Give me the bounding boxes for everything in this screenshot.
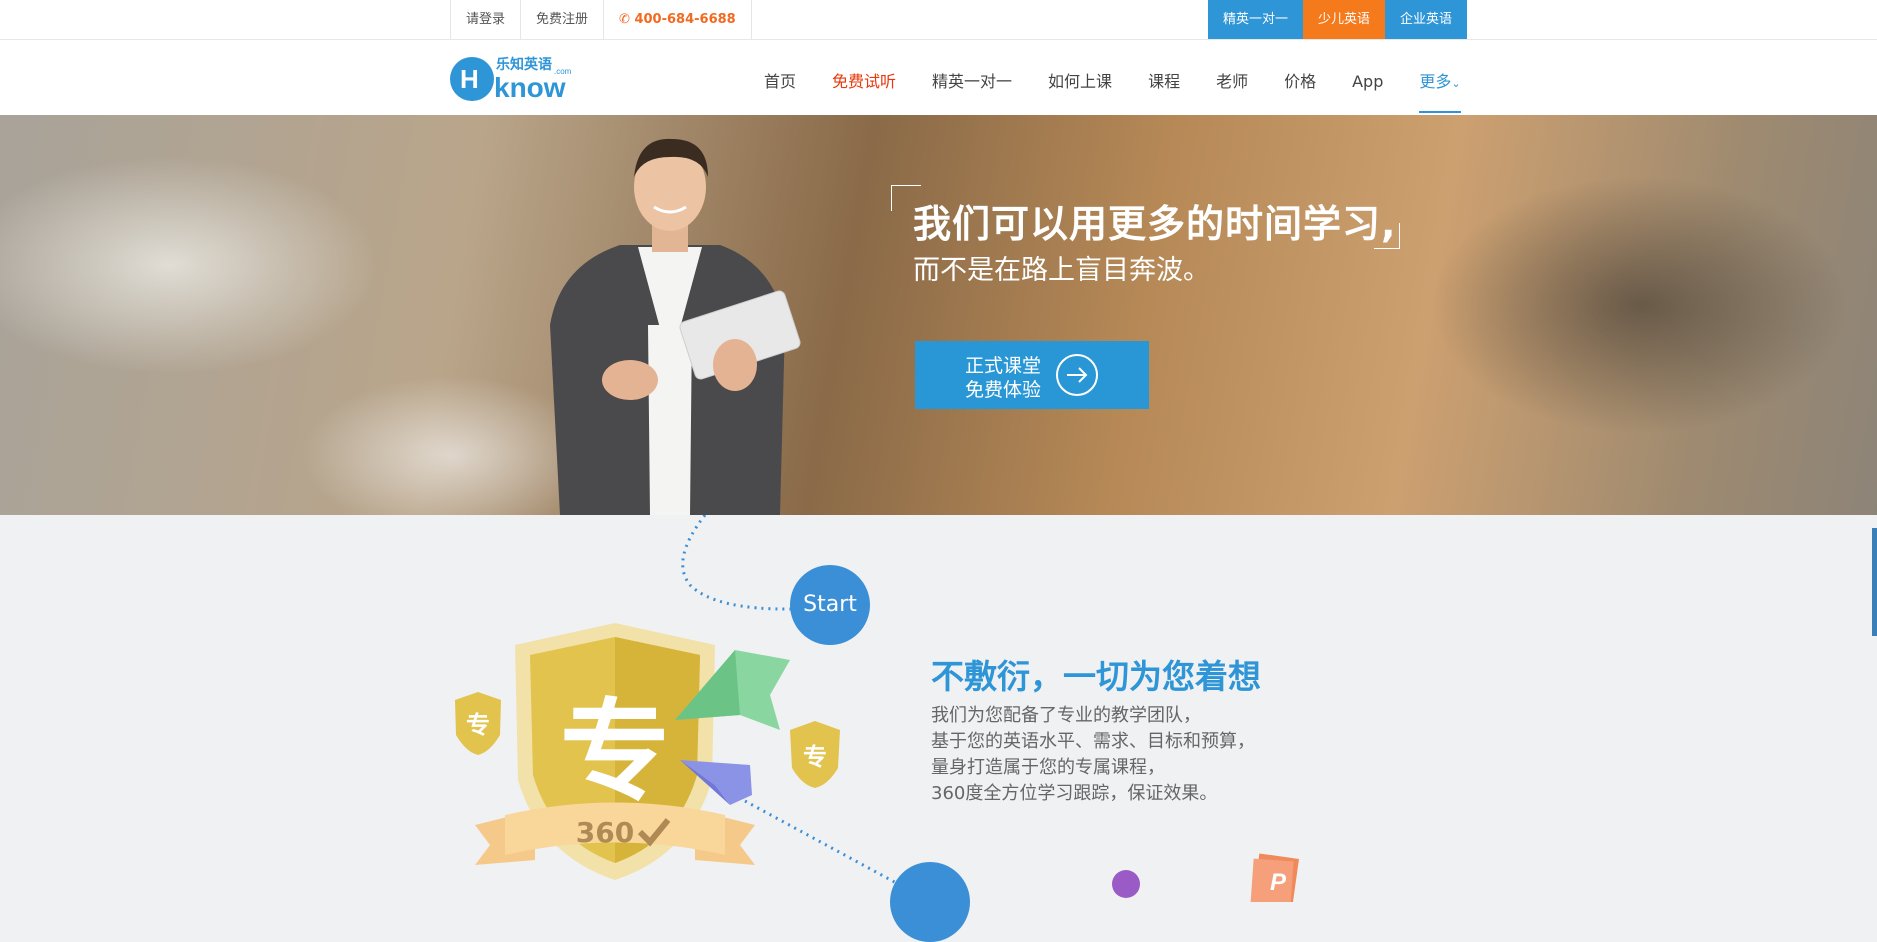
hero-bg-blur bbox=[1430, 175, 1850, 435]
phone-icon: ✆ bbox=[619, 12, 630, 27]
main-nav: H 乐知英语 .com know 首页 免费试听 精英一对一 如何上课 课程 老… bbox=[0, 40, 1877, 115]
feature-line: 基于您的英语水平、需求、目标和预算， bbox=[931, 731, 1255, 752]
hero-bg-blur bbox=[0, 155, 380, 375]
top-bar: 请登录 免费注册 ✆ 400-684-6688 精英一对一 少儿英语 企业英语 bbox=[0, 0, 1877, 40]
cta-line-1: 正式课堂 bbox=[965, 355, 1042, 377]
expert-badge-illustration: 专 360 专 专 bbox=[455, 623, 840, 880]
title-bracket-decoration bbox=[1374, 223, 1400, 249]
logo-brand-cn: 乐知英语 bbox=[496, 56, 552, 73]
svg-text:H: H bbox=[460, 64, 479, 94]
badge-number: 360 bbox=[576, 816, 634, 849]
feature-description: 我们为您配备了专业的教学团队， 基于您的英语水平、需求、目标和预算， 量身打造属… bbox=[931, 703, 1255, 807]
hero-title: 我们可以用更多的时间学习, bbox=[913, 202, 1397, 246]
phone-number[interactable]: ✆ 400-684-6688 bbox=[603, 0, 752, 39]
top-bar-tabs: 精英一对一 少儿英语 企业英语 bbox=[1208, 0, 1468, 39]
hero-person-image bbox=[550, 138, 801, 515]
nav-item-elite[interactable]: 精英一对一 bbox=[932, 40, 1012, 115]
feature-title: 不敷衍，一切为您着想 bbox=[931, 657, 1261, 696]
arrow-right-circle-icon bbox=[1056, 354, 1098, 396]
nav-item-free-trial[interactable]: 免费试听 bbox=[832, 40, 896, 115]
step-marker bbox=[890, 862, 970, 942]
dotted-path-decoration bbox=[681, 515, 901, 885]
nav-item-app[interactable]: App bbox=[1352, 40, 1383, 115]
tab-kids-english[interactable]: 少儿英语 bbox=[1303, 0, 1386, 39]
hero-subtitle: 而不是在路上盲目奔波。 bbox=[913, 255, 1210, 286]
nav-item-price[interactable]: 价格 bbox=[1284, 40, 1316, 115]
small-badge-character: 专 bbox=[466, 711, 490, 739]
tab-elite-one-on-one[interactable]: 精英一对一 bbox=[1208, 0, 1304, 39]
side-float-tab[interactable] bbox=[1872, 528, 1877, 636]
nav-item-more-label: 更多 bbox=[1419, 72, 1452, 91]
cta-line-2: 免费体验 bbox=[965, 379, 1042, 401]
nav-item-teachers[interactable]: 老师 bbox=[1216, 40, 1248, 115]
book-icon: P bbox=[1250, 853, 1300, 902]
nav-item-more[interactable]: 更多⌄ bbox=[1419, 40, 1461, 115]
tab-business-english[interactable]: 企业英语 bbox=[1385, 0, 1468, 39]
feature-line: 我们为您配备了专业的教学团队， bbox=[931, 705, 1201, 726]
free-trial-button[interactable]: 正式课堂 免费体验 bbox=[915, 341, 1149, 409]
logo-brand-en: know bbox=[494, 72, 566, 102]
nav-item-how-to[interactable]: 如何上课 bbox=[1048, 40, 1112, 115]
book-letter: P bbox=[1270, 869, 1287, 896]
nav-item-courses[interactable]: 课程 bbox=[1148, 40, 1180, 115]
nav-item-home[interactable]: 首页 bbox=[764, 40, 796, 115]
small-badge-character: 专 bbox=[803, 743, 827, 771]
hero-banner: 我们可以用更多的时间学习, 而不是在路上盲目奔波。 正式课堂 免费体验 bbox=[0, 115, 1877, 515]
register-link[interactable]: 免费注册 bbox=[520, 0, 603, 39]
chevron-down-icon: ⌄ bbox=[1451, 77, 1461, 90]
badge-character: 专 bbox=[560, 688, 670, 816]
phone-number-text: 400-684-6688 bbox=[634, 12, 736, 27]
feature-line: 量身打造属于您的专属课程， bbox=[931, 757, 1165, 778]
feature-line: 360度全方位学习跟踪，保证效果。 bbox=[931, 783, 1218, 804]
site-logo[interactable]: H 乐知英语 .com know bbox=[450, 52, 580, 102]
top-bar-left: 请登录 免费注册 ✆ 400-684-6688 bbox=[450, 0, 752, 39]
purple-user-icon bbox=[1112, 870, 1140, 898]
nav-menu: 首页 免费试听 精英一对一 如何上课 课程 老师 价格 App 更多⌄ bbox=[746, 40, 1479, 115]
login-link[interactable]: 请登录 bbox=[450, 0, 520, 39]
